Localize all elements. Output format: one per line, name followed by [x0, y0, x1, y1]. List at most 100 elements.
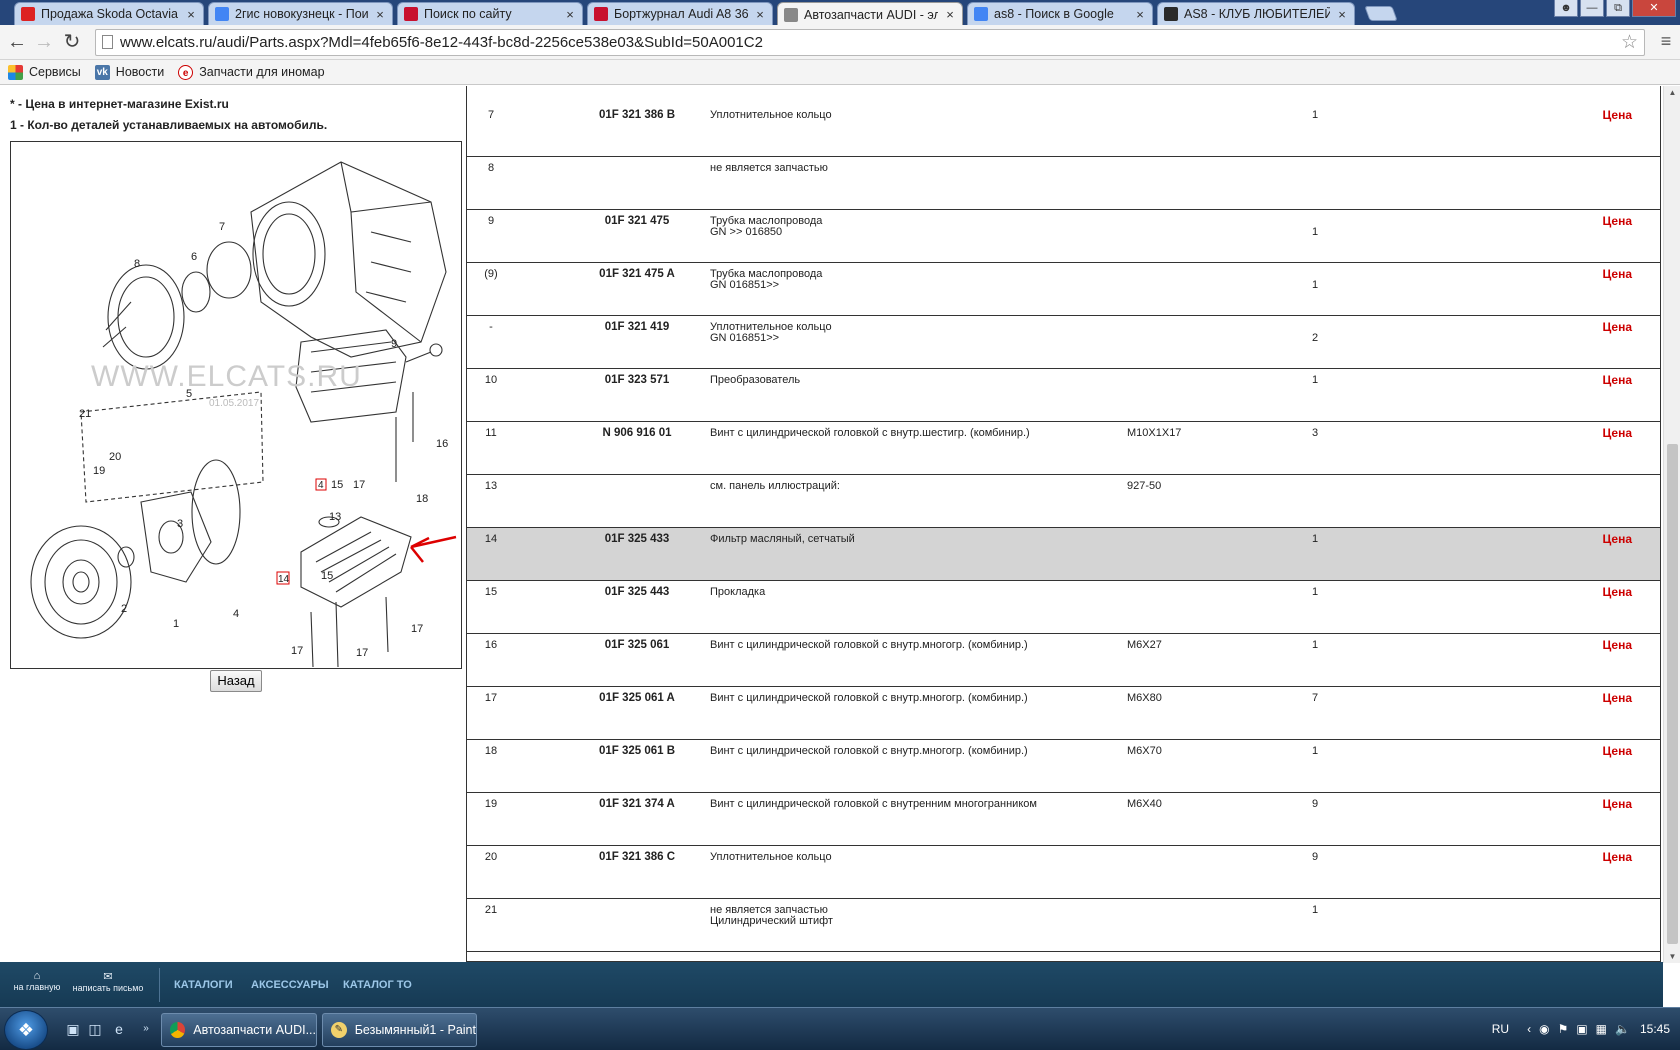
- parts-table-row[interactable]: 16 01F 325 061 Винт с цилиндрической голов…: [467, 634, 1660, 687]
- part-number[interactable]: N 906 916 01: [567, 427, 707, 439]
- clock[interactable]: 15:45: [1640, 1022, 1670, 1036]
- price-link[interactable]: Цена: [1602, 215, 1632, 227]
- tab-close-icon[interactable]: ×: [185, 7, 197, 22]
- parts-table-row[interactable]: 7 01F 321 386 B Уплотнительное кольцо 1 Цена: [467, 104, 1660, 157]
- part-number[interactable]: 01F 321 374 A: [567, 798, 707, 810]
- browser-tab[interactable]: 2гис новокузнецк - Поис ×: [208, 2, 393, 25]
- parts-table-row[interactable]: 18 01F 325 061 B Винт с цилиндрической гол…: [467, 740, 1660, 793]
- show-desktop-icon[interactable]: ▣: [64, 1020, 82, 1038]
- close-window-button[interactable]: ✕: [1632, 0, 1676, 17]
- bookmark-services[interactable]: Сервисы: [8, 64, 81, 80]
- price-link[interactable]: Цена: [1602, 268, 1632, 280]
- scroll-down-icon[interactable]: ▼: [1664, 952, 1680, 961]
- language-indicator[interactable]: RU: [1492, 1022, 1509, 1036]
- parts-table-row[interactable]: 9 01F 321 475 Трубка маслопровода GN >> 01…: [467, 210, 1660, 263]
- menu-icon[interactable]: ≡: [1658, 32, 1674, 50]
- part-position: 13: [484, 480, 498, 492]
- address-bar[interactable]: www.elcats.ru/audi/Parts.aspx?Mdl=4feb65…: [95, 29, 1645, 56]
- write-mail-link[interactable]: ✉ написать письмо: [70, 970, 146, 993]
- tab-close-icon[interactable]: ×: [944, 7, 956, 22]
- tab-close-icon[interactable]: ×: [374, 7, 386, 22]
- part-number[interactable]: 01F 325 061 A: [567, 692, 707, 704]
- parts-table-row[interactable]: 14 01F 325 433 Фильтр масляный, сетчатый 1 Ц…: [467, 528, 1660, 581]
- tray-signal-icon[interactable]: ▦: [1596, 1022, 1607, 1036]
- browser-tab[interactable]: Бортжурнал Audi A8 360 ×: [587, 2, 773, 25]
- scrollbar-thumb[interactable]: [1667, 444, 1678, 944]
- parts-table-row[interactable]: 17 01F 325 061 A Винт с цилиндрической гол…: [467, 687, 1660, 740]
- bookmark-news[interactable]: vk Новости: [94, 64, 164, 80]
- part-number[interactable]: 01F 323 571: [567, 374, 707, 386]
- part-position: (9): [484, 268, 498, 280]
- price-link[interactable]: Цена: [1602, 533, 1632, 545]
- price-link[interactable]: Цена: [1602, 321, 1632, 333]
- taskbar-item-chrome[interactable]: Автозапчасти AUDI...: [161, 1013, 317, 1047]
- price-link[interactable]: Цена: [1602, 586, 1632, 598]
- nav-maintenance-catalog[interactable]: КАТАЛОГ ТО: [343, 979, 412, 991]
- browser-tab[interactable]: AS8 - КЛУБ ЛЮБИТЕЛЕЙ ×: [1157, 2, 1355, 25]
- windows-start-button[interactable]: ❖: [4, 1010, 48, 1050]
- restore-button[interactable]: ⧉: [1606, 0, 1630, 17]
- page-scrollbar[interactable]: ▲ ▼: [1663, 86, 1680, 963]
- quicklaunch-more-icon[interactable]: »: [137, 1020, 155, 1038]
- part-number[interactable]: 01F 321 419: [567, 321, 707, 333]
- tab-close-icon[interactable]: ×: [1336, 7, 1348, 22]
- back-button[interactable]: Назад: [210, 670, 262, 692]
- part-number[interactable]: 01F 325 443: [567, 586, 707, 598]
- explorer-icon[interactable]: ◫: [86, 1020, 104, 1038]
- browser-tab[interactable]: Продажа Skoda Octavia (×: [14, 2, 204, 25]
- price-link[interactable]: Цена: [1602, 109, 1632, 121]
- tray-expand-icon[interactable]: ‹: [1527, 1022, 1531, 1036]
- part-number[interactable]: 01F 321 475 A: [567, 268, 707, 280]
- back-arrow-icon[interactable]: ←: [6, 31, 28, 53]
- price-link[interactable]: Цена: [1602, 851, 1632, 863]
- price-link[interactable]: Цена: [1602, 692, 1632, 704]
- tray-flag-icon[interactable]: ⚑: [1558, 1022, 1569, 1036]
- parts-table-row[interactable]: 19 01F 321 374 A Винт с цилиндрической гол…: [467, 793, 1660, 846]
- browser-tab[interactable]: Автозапчасти AUDI - эле ×: [777, 2, 963, 26]
- bookmark-parts[interactable]: e Запчасти для иномар: [178, 64, 325, 80]
- parts-table-row[interactable]: 21 не является запчастью Цилиндрический ш…: [467, 899, 1660, 952]
- browser-tab[interactable]: Поиск по сайту ×: [397, 2, 583, 25]
- price-link[interactable]: Цена: [1602, 374, 1632, 386]
- parts-illustration[interactable]: 768 9521 201916 181517 1334 2115 101117 …: [10, 141, 462, 730]
- tray-network-icon[interactable]: ◉: [1539, 1022, 1549, 1036]
- reload-icon[interactable]: ↻: [61, 31, 83, 53]
- part-description: Преобразователь: [710, 374, 801, 386]
- parts-table-row[interactable]: - 01F 321 419 Уплотнительное кольцо GN 016…: [467, 316, 1660, 369]
- part-number[interactable]: 01F 325 061 B: [567, 745, 707, 757]
- parts-table-row[interactable]: 8 не является запчастью: [467, 157, 1660, 210]
- parts-table-row[interactable]: 20 01F 321 386 C Уплотнительное кольцо 9 Цен…: [467, 846, 1660, 899]
- part-number[interactable]: 01F 325 433: [567, 533, 707, 545]
- home-link[interactable]: ⌂ на главную: [12, 970, 62, 992]
- taskbar-item-paint[interactable]: ✎ Безымянный1 - Paint: [322, 1013, 477, 1047]
- minimize-button[interactable]: —: [1580, 0, 1604, 17]
- scroll-up-icon[interactable]: ▲: [1664, 88, 1680, 97]
- part-number[interactable]: 01F 325 061: [567, 639, 707, 651]
- price-link[interactable]: Цена: [1602, 639, 1632, 651]
- price-link[interactable]: Цена: [1602, 745, 1632, 757]
- nav-accessories[interactable]: АКСЕССУАРЫ: [251, 979, 329, 991]
- tray-volume-icon[interactable]: 🔈: [1615, 1022, 1630, 1036]
- tab-close-icon[interactable]: ×: [564, 7, 576, 22]
- tab-close-icon[interactable]: ×: [754, 7, 766, 22]
- part-number[interactable]: 01F 321 386 C: [567, 851, 707, 863]
- part-number[interactable]: 01F 321 386 B: [567, 109, 707, 121]
- user-icon[interactable]: ☻: [1554, 0, 1578, 17]
- browser-tab[interactable]: as8 - Поиск в Google ×: [967, 2, 1153, 25]
- parts-table-row[interactable]: 11 N 906 916 01 Винт с цилиндрической голо…: [467, 422, 1660, 475]
- tray-monitor-icon[interactable]: ▣: [1576, 1022, 1587, 1036]
- parts-table-row[interactable]: (9) 01F 321 475 A Трубка маслопровода GN 0…: [467, 263, 1660, 316]
- new-tab-button[interactable]: [1364, 6, 1398, 21]
- parts-table-row[interactable]: 13 см. панель иллюстраций: 927-50: [467, 475, 1660, 528]
- forward-arrow-icon[interactable]: →: [33, 31, 55, 53]
- bookmark-star-icon[interactable]: ☆: [1621, 30, 1638, 55]
- parts-table-row[interactable]: 15 01F 325 443 Прокладка 1 Цена: [467, 581, 1660, 634]
- browser-tab-title: 2гис новокузнецк - Поис: [235, 7, 368, 21]
- price-link[interactable]: Цена: [1602, 798, 1632, 810]
- ie-icon[interactable]: e: [110, 1020, 128, 1038]
- tab-close-icon[interactable]: ×: [1134, 7, 1146, 22]
- price-link[interactable]: Цена: [1602, 427, 1632, 439]
- parts-table-row[interactable]: 10 01F 323 571 Преобразователь 1 Цена: [467, 369, 1660, 422]
- part-number[interactable]: 01F 321 475: [567, 215, 707, 227]
- nav-catalogs[interactable]: КАТАЛОГИ: [174, 979, 233, 991]
